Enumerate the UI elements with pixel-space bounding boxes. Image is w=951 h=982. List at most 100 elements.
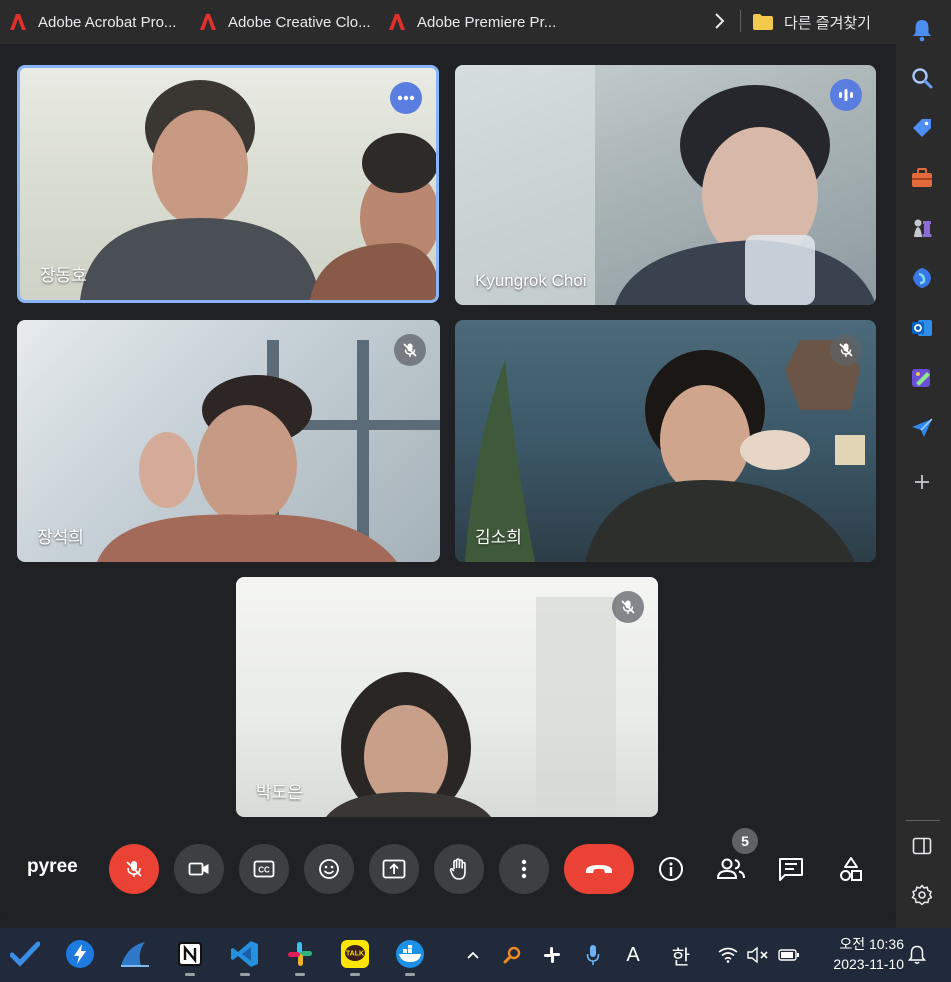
other-favorites-folder[interactable]: 다른 즐겨찾기 [752, 0, 871, 44]
wifi-status[interactable] [716, 942, 740, 968]
present-screen-button[interactable] [369, 844, 419, 894]
taskbar-app-notion[interactable] [172, 936, 208, 976]
kakaotalk-icon: TALK [341, 940, 369, 968]
leave-call-button[interactable] [564, 844, 634, 894]
tray-microphone[interactable] [582, 942, 604, 968]
taskbar-app-shark[interactable] [117, 936, 153, 972]
raise-hand-button[interactable] [434, 844, 484, 894]
customize-sidebar-button[interactable] [908, 881, 936, 909]
add-sidebar-app-button[interactable] [908, 468, 936, 496]
shapes-icon [840, 857, 862, 881]
adobe-icon [200, 14, 216, 30]
activities-button[interactable] [830, 848, 872, 890]
mic-off-icon [403, 343, 417, 357]
shark-fin-icon [121, 942, 149, 967]
participant-tile[interactable]: 김소희 [455, 320, 876, 562]
more-vert-icon [521, 859, 527, 879]
svg-text:CC: CC [258, 866, 270, 875]
mic-off-indicator [830, 334, 862, 366]
bookmark-adobe-acrobat[interactable]: Adobe Acrobat Pro... [0, 0, 184, 44]
bell-icon [908, 945, 926, 964]
send-button[interactable] [908, 414, 936, 442]
shopping-button[interactable] [908, 114, 936, 142]
speaking-indicator [830, 79, 862, 111]
divider [906, 820, 940, 821]
participant-name: 김소희 [475, 528, 522, 547]
search-button[interactable] [908, 64, 936, 92]
meeting-details-button[interactable] [650, 848, 692, 890]
tools-button[interactable] [908, 164, 936, 192]
running-indicator [240, 973, 250, 976]
chevron-right-icon[interactable] [708, 10, 730, 32]
bookmark-label: Adobe Acrobat Pro... [38, 13, 177, 31]
taskbar-app-kakaotalk[interactable]: TALK [337, 936, 373, 976]
copilot-button[interactable] [908, 264, 936, 292]
ime-language[interactable]: 한 [668, 942, 694, 969]
plus-icon [915, 475, 929, 489]
designer-button[interactable] [908, 364, 936, 392]
magnifier-icon [503, 946, 521, 964]
vscode-icon [231, 941, 258, 967]
taskbar-app-vscode[interactable] [227, 936, 263, 976]
mic-off-indicator [394, 334, 426, 366]
people-button[interactable] [710, 848, 752, 890]
bookmark-adobe-creative-cloud[interactable]: Adobe Creative Clo... [190, 0, 379, 44]
reactions-button[interactable] [304, 844, 354, 894]
running-indicator [350, 973, 360, 976]
notification-center-button[interactable] [905, 942, 929, 968]
meeting-name: pyree [27, 856, 78, 877]
info-icon [659, 857, 683, 881]
bookmarks-bar: Adobe Acrobat Pro... Adobe Creative Clo.… [0, 0, 896, 44]
camera-toggle-button[interactable] [174, 844, 224, 894]
present-screen-icon [382, 859, 406, 879]
taskbar-app-bolt[interactable] [62, 936, 98, 972]
participant-tile[interactable]: 장석희 [17, 320, 440, 562]
more-options-button[interactable] [499, 844, 549, 894]
battery-status[interactable] [776, 942, 802, 968]
system-clock[interactable]: 오전 10:36 2023-11-10 [812, 934, 904, 974]
search-icon [912, 68, 933, 89]
taskbar-app-docker[interactable] [392, 936, 428, 976]
microphone-toggle-button[interactable] [109, 844, 159, 894]
battery-icon [778, 949, 799, 961]
taskbar-app-todo[interactable] [7, 936, 43, 972]
toolbox-icon [912, 168, 932, 187]
show-hidden-icons-button[interactable] [462, 942, 484, 968]
chess-icon [914, 219, 932, 237]
tray-search-app[interactable] [501, 942, 523, 968]
captions-button[interactable]: CC [239, 844, 289, 894]
participant-tile[interactable]: Kyungrok Choi [455, 65, 876, 305]
games-button[interactable] [908, 214, 936, 242]
paper-plane-icon [912, 418, 933, 437]
sidebar-panel-icon [912, 837, 932, 855]
notifications-button[interactable] [908, 16, 936, 44]
taskbar-app-slack[interactable] [282, 936, 318, 976]
participant-video [455, 65, 876, 305]
participant-name: 박도은 [256, 783, 303, 802]
copilot-icon [913, 268, 931, 288]
clock-date: 2023-11-10 [833, 956, 904, 972]
other-favorites-label: 다른 즐겨찾기 [784, 14, 871, 32]
volume-status[interactable] [746, 942, 770, 968]
bookmark-adobe-premiere[interactable]: Adobe Premiere Pr... [379, 0, 564, 44]
more-horiz-icon [397, 95, 415, 101]
participant-name: 장동호 [40, 266, 87, 285]
tag-icon [913, 119, 931, 137]
outlook-button[interactable] [908, 314, 936, 342]
more-options-button[interactable] [390, 82, 422, 114]
participant-tile[interactable]: 장동호 [17, 65, 439, 303]
running-indicator [295, 973, 305, 976]
chat-icon [779, 858, 803, 881]
adobe-icon [10, 14, 26, 30]
camera-icon [188, 862, 209, 876]
participant-tile[interactable]: 박도은 [236, 577, 658, 817]
divider [740, 10, 741, 32]
ime-mode[interactable]: A [620, 942, 646, 968]
tray-slack[interactable] [541, 942, 563, 968]
hide-sidebar-button[interactable] [908, 832, 936, 860]
participant-name: Kyungrok Choi [475, 271, 587, 290]
bell-icon [913, 20, 931, 42]
wifi-icon [718, 947, 738, 963]
clock-time: 오전 10:36 [839, 936, 904, 952]
chat-button[interactable] [770, 848, 812, 890]
